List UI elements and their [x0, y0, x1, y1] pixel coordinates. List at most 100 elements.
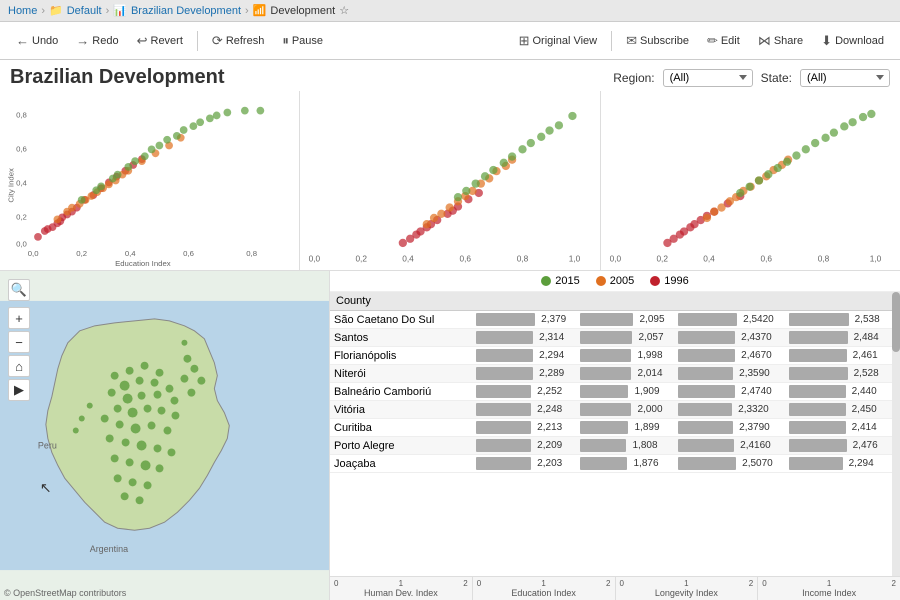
svg-text:↖: ↖	[40, 479, 52, 495]
region-label: Region:	[613, 71, 654, 85]
data-table-wrapper[interactable]: County São Caetano Do Sul 2,379	[330, 292, 892, 576]
breadcrumb-default[interactable]: Default	[67, 5, 102, 17]
pause-icon: ⏸	[282, 33, 289, 49]
legend-dot-1996	[650, 276, 660, 286]
original-view-icon: ⊞	[519, 33, 530, 49]
bar-cell-1: 1,909	[578, 383, 676, 401]
favorite-icon[interactable]: ☆	[339, 4, 349, 17]
main-content: Brazilian Development Region: (All) Stat…	[0, 60, 900, 600]
table-scroll-area: County São Caetano Do Sul 2,379	[330, 292, 900, 576]
map-search-button[interactable]: 🔍	[8, 279, 30, 301]
county-name: Santos	[330, 329, 474, 347]
footer-label-hdi: Human Dev. Index	[334, 588, 468, 598]
bar-cell-0: 2,203	[474, 455, 578, 473]
toolbar: ← Undo → Redo ↩ Revert ⟳ Refresh ⏸ Pause…	[0, 22, 900, 60]
chart-income-svg: 0,0 0,2 0,4 0,6 0,8 1,0 Income Index	[605, 95, 896, 266]
col-header-4	[787, 292, 892, 311]
svg-text:0,6: 0,6	[460, 254, 472, 264]
map-panel: 🔍 + − ⌂ ▶ Peru Argentina	[0, 271, 330, 600]
redo-button[interactable]: → Redo	[68, 29, 126, 52]
filters-area: Region: (All) State: (All)	[613, 69, 890, 87]
breadcrumb-folder-icon: 📁	[49, 4, 63, 17]
svg-text:0,2: 0,2	[656, 254, 668, 264]
svg-text:0,8: 0,8	[517, 254, 529, 264]
region-select[interactable]: (All)	[663, 69, 753, 87]
breadcrumb-home[interactable]: Home	[8, 5, 37, 17]
col-header-2	[578, 292, 676, 311]
bar-cell-2: 2,4740	[676, 383, 786, 401]
scroll-thumb[interactable]	[892, 292, 900, 352]
footer-label-lon: Longevity Index	[620, 588, 754, 598]
legend-label-1996: 1996	[664, 275, 688, 287]
bar-cell-0: 2,213	[474, 419, 578, 437]
download-button[interactable]: ⬇ Download	[813, 29, 892, 53]
edit-button[interactable]: ✏ Edit	[699, 29, 748, 53]
pause-button[interactable]: ⏸ Pause	[274, 29, 331, 53]
table-row: Porto Alegre 2,209 1,808 2,4160 2,476	[330, 437, 892, 455]
county-name: Balneário Camboriú	[330, 383, 474, 401]
chart-longevity: 0,0 0,2 0,4 0,6 0,8 1,0 Longevity Index	[300, 91, 600, 270]
legend-row: 2015 2005 1996	[330, 271, 900, 292]
bar-cell-1: 1,998	[578, 347, 676, 365]
svg-text:0,2: 0,2	[16, 212, 27, 221]
bar-cell-0: 2,248	[474, 401, 578, 419]
chart-education-svg: 0,8 0,6 0,4 0,2 0,0 City Index 0,0 0,2 0…	[4, 95, 295, 266]
table-row: Curitiba 2,213 1,899 2,3790 2,414	[330, 419, 892, 437]
svg-text:0,8: 0,8	[16, 110, 27, 119]
data-panel: 2015 2005 1996 County	[330, 271, 900, 600]
breadcrumb: Home › 📁 Default › 📊 Brazilian Developme…	[0, 0, 900, 22]
footer-label-inc: Income Index	[762, 588, 896, 598]
state-label: State:	[761, 71, 792, 85]
chart-education: 0,8 0,6 0,4 0,2 0,0 City Index 0,0 0,2 0…	[0, 91, 300, 270]
share-button[interactable]: ⋈ Share	[750, 29, 811, 53]
table-row: Santos 2,314 2,057 2,4370 2,484	[330, 329, 892, 347]
svg-text:0,6: 0,6	[183, 249, 194, 258]
map-zoom-out-button[interactable]: −	[8, 331, 30, 353]
svg-text:0,0: 0,0	[16, 240, 27, 249]
map-home-button[interactable]: ⌂	[8, 355, 30, 377]
brazil-map-svg: Peru Argentina	[0, 271, 329, 600]
legend-dot-2005	[596, 276, 606, 286]
svg-text:Peru: Peru	[38, 440, 57, 450]
breadcrumb-chart-icon: 📶	[253, 4, 267, 17]
breadcrumb-current: Development	[270, 5, 335, 17]
undo-icon: ←	[16, 33, 29, 48]
revert-button[interactable]: ↩ Revert	[129, 29, 191, 53]
svg-text:0,8: 0,8	[246, 249, 257, 258]
refresh-button[interactable]: ⟳ Refresh	[204, 29, 272, 53]
data-table: County São Caetano Do Sul 2,379	[330, 292, 892, 473]
bottom-row: 🔍 + − ⌂ ▶ Peru Argentina	[0, 271, 900, 600]
county-name: Joaçaba	[330, 455, 474, 473]
state-select[interactable]: (All)	[800, 69, 890, 87]
legend-item-2005: 2005	[596, 275, 634, 287]
bar-cell-2: 2,5420	[676, 311, 786, 329]
subscribe-button[interactable]: ✉ Subscribe	[618, 29, 697, 53]
map-zoom-in-button[interactable]: +	[8, 307, 30, 329]
table-row: Vitória 2,248 2,000 2,3320 2,450	[330, 401, 892, 419]
breadcrumb-dashboard[interactable]: Brazilian Development	[131, 5, 241, 17]
breadcrumb-dashboard-icon: 📊	[113, 4, 127, 17]
toolbar-separator-2	[611, 31, 612, 51]
map-copyright: © OpenStreetMap contributors	[4, 588, 126, 598]
svg-text:0,0: 0,0	[609, 254, 621, 264]
original-view-button[interactable]: ⊞ Original View	[511, 29, 606, 53]
footer-label-edu: Education Index	[477, 588, 611, 598]
undo-button[interactable]: ← Undo	[8, 29, 66, 52]
svg-text:0,6: 0,6	[760, 254, 772, 264]
table-row: Niterói 2,289 2,014 2,3590 2,528	[330, 365, 892, 383]
bar-cell-1: 1,808	[578, 437, 676, 455]
footer-col-hdi: 012 Human Dev. Index	[330, 577, 473, 600]
svg-text:0,8: 0,8	[817, 254, 829, 264]
county-name: Vitória	[330, 401, 474, 419]
col-header-3	[676, 292, 786, 311]
bar-cell-1: 2,014	[578, 365, 676, 383]
bar-cell-2: 2,4370	[676, 329, 786, 347]
bar-cell-3: 2,440	[787, 383, 892, 401]
scroll-track[interactable]	[892, 292, 900, 576]
map-expand-button[interactable]: ▶	[8, 379, 30, 401]
chart-income: 0,0 0,2 0,4 0,6 0,8 1,0 Income Index	[601, 91, 900, 270]
toolbar-separator-1	[197, 31, 198, 51]
legend-item-1996: 1996	[650, 275, 688, 287]
county-header: County	[330, 292, 474, 311]
table-row: Florianópolis 2,294 1,998 2,4670 2,461	[330, 347, 892, 365]
